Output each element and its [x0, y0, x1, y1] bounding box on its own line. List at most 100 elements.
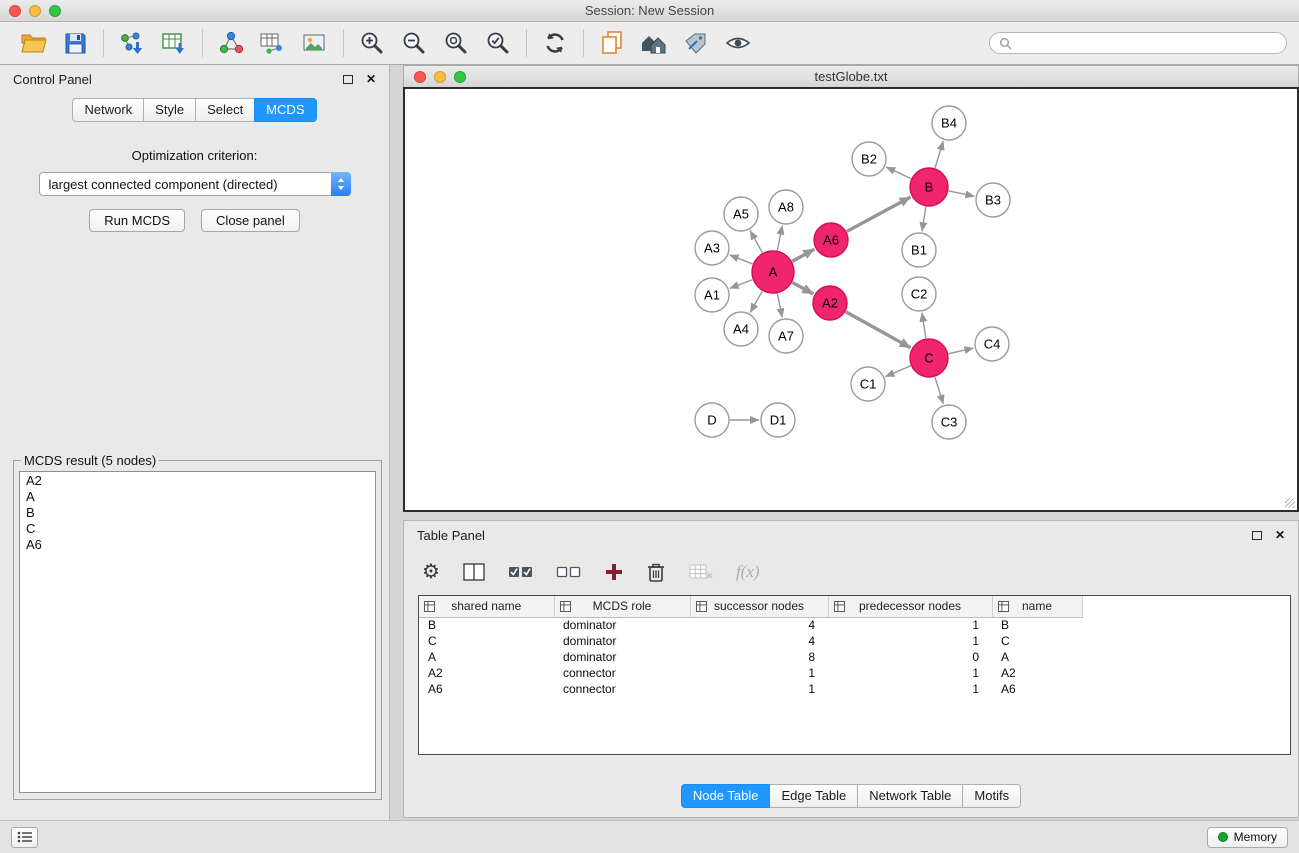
table-row[interactable]: A2connector11A2 [419, 665, 1290, 681]
zoom-fit-button[interactable] [435, 25, 477, 61]
minimize-view-button[interactable] [434, 71, 446, 83]
table-row[interactable]: Bdominator41B [419, 617, 1290, 633]
graph-node-A8[interactable]: A8 [769, 190, 803, 224]
table-tab-network-table[interactable]: Network Table [857, 784, 963, 808]
graph-node-A1[interactable]: A1 [695, 278, 729, 312]
graph-node-D1[interactable]: D1 [761, 403, 795, 437]
graph-node-C4[interactable]: C4 [975, 327, 1009, 361]
deselect-all-button[interactable] [556, 563, 582, 581]
minimize-window-button[interactable] [29, 5, 41, 17]
close-panel-icon[interactable]: ✕ [366, 73, 376, 85]
close-table-panel-icon[interactable]: ✕ [1275, 529, 1285, 541]
first-neighbors-button[interactable] [633, 25, 675, 61]
network-table-button[interactable] [252, 25, 294, 61]
graph-node-B4[interactable]: B4 [932, 106, 966, 140]
graph-edge-A-A2[interactable] [792, 283, 813, 294]
zoom-view-button[interactable] [454, 71, 466, 83]
graph-edge-A-A8[interactable] [777, 226, 782, 251]
graph-edge-A2-C[interactable] [846, 312, 911, 348]
import-network-button[interactable] [111, 25, 153, 61]
mcds-result-list[interactable]: A2ABCA6 [19, 471, 376, 793]
column-header-shared-name[interactable]: shared name [419, 596, 554, 617]
graph-edge-A6-B[interactable] [847, 197, 911, 231]
graph-edge-C-C1[interactable] [885, 366, 910, 377]
float-panel-button[interactable] [343, 75, 353, 84]
control-tab-style[interactable]: Style [143, 98, 196, 122]
graph-node-B[interactable]: B [910, 168, 948, 206]
graph-node-A[interactable]: A [752, 251, 794, 293]
resize-handle[interactable] [1285, 498, 1295, 508]
copy-button[interactable] [591, 25, 633, 61]
close-window-button[interactable] [9, 5, 21, 17]
mcds-result-item[interactable]: A [20, 489, 375, 505]
graph-node-A2[interactable]: A2 [813, 286, 847, 320]
control-tab-network[interactable]: Network [72, 98, 144, 122]
select-all-button[interactable] [508, 563, 534, 581]
network-image-button[interactable] [294, 25, 336, 61]
column-header-name[interactable]: name [992, 596, 1082, 617]
graph-edge-A-A4[interactable] [750, 291, 762, 312]
search-input[interactable] [1017, 36, 1277, 50]
mcds-result-item[interactable]: C [20, 521, 375, 537]
mcds-result-item[interactable]: A6 [20, 537, 375, 553]
table-row[interactable]: A6connector11A6 [419, 681, 1290, 697]
graph-node-B1[interactable]: B1 [902, 233, 936, 267]
mcds-result-item[interactable]: A2 [20, 473, 375, 489]
table-tab-node-table[interactable]: Node Table [681, 784, 771, 808]
open-session-button[interactable] [12, 25, 54, 61]
table-row[interactable]: Cdominator41C [419, 633, 1290, 649]
import-table-button[interactable] [153, 25, 195, 61]
graph-node-C1[interactable]: C1 [851, 367, 885, 401]
combo-stepper-icon[interactable] [331, 172, 351, 196]
graph-edge-A-A3[interactable] [730, 255, 753, 264]
eye-button[interactable] [717, 25, 759, 61]
close-view-button[interactable] [414, 71, 426, 83]
graph-node-C[interactable]: C [910, 339, 948, 377]
table-settings-button[interactable]: ⚙ [422, 562, 440, 582]
graph-edge-B-B4[interactable] [935, 141, 943, 168]
column-header-MCDS-role[interactable]: MCDS role [554, 596, 690, 617]
graph-node-A5[interactable]: A5 [724, 197, 758, 231]
graph-edge-A-A7[interactable] [777, 294, 782, 318]
graph-node-A7[interactable]: A7 [769, 319, 803, 353]
graph-node-C3[interactable]: C3 [932, 405, 966, 439]
control-tab-mcds[interactable]: MCDS [254, 98, 316, 122]
graph-node-C2[interactable]: C2 [902, 277, 936, 311]
table-tab-edge-table[interactable]: Edge Table [769, 784, 858, 808]
control-tab-select[interactable]: Select [195, 98, 255, 122]
mcds-result-item[interactable]: B [20, 505, 375, 521]
add-row-button[interactable] [604, 562, 624, 582]
graph-edge-C-C4[interactable] [949, 348, 974, 354]
network-window-titlebar[interactable]: testGlobe.txt [403, 65, 1299, 87]
graph-edge-A-A1[interactable] [730, 280, 753, 289]
graph-node-B3[interactable]: B3 [976, 183, 1010, 217]
column-header-predecessor-nodes[interactable]: predecessor nodes [828, 596, 992, 617]
table-tab-motifs[interactable]: Motifs [962, 784, 1021, 808]
delete-row-button[interactable] [646, 561, 666, 583]
graph-node-A6[interactable]: A6 [814, 223, 848, 257]
network-button[interactable] [210, 25, 252, 61]
graph-edge-A-A6[interactable] [792, 249, 814, 261]
task-history-button[interactable] [11, 827, 38, 848]
graph-edge-A-A5[interactable] [750, 231, 762, 253]
save-session-button[interactable] [54, 25, 96, 61]
graph-node-B2[interactable]: B2 [852, 142, 886, 176]
graph-node-A4[interactable]: A4 [724, 312, 758, 346]
run-mcds-button[interactable]: Run MCDS [89, 209, 185, 232]
optimization-criterion-select[interactable]: largest connected component (directed) [39, 172, 351, 196]
close-panel-button[interactable]: Close panel [201, 209, 300, 232]
graph-edge-B-B2[interactable] [886, 167, 911, 179]
graph-edge-B-B1[interactable] [922, 207, 926, 231]
graph-edge-B-B3[interactable] [949, 191, 975, 196]
refresh-layout-button[interactable] [534, 25, 576, 61]
zoom-window-button[interactable] [49, 5, 61, 17]
graph-node-D[interactable]: D [695, 403, 729, 437]
zoom-out-button[interactable] [393, 25, 435, 61]
table-row[interactable]: Adominator80A [419, 649, 1290, 665]
annotation-button[interactable] [675, 25, 717, 61]
column-header-successor-nodes[interactable]: successor nodes [690, 596, 828, 617]
graph-edge-C-C3[interactable] [935, 377, 943, 404]
graph-edge-C-C2[interactable] [922, 313, 926, 338]
zoom-in-button[interactable] [351, 25, 393, 61]
zoom-selected-button[interactable] [477, 25, 519, 61]
